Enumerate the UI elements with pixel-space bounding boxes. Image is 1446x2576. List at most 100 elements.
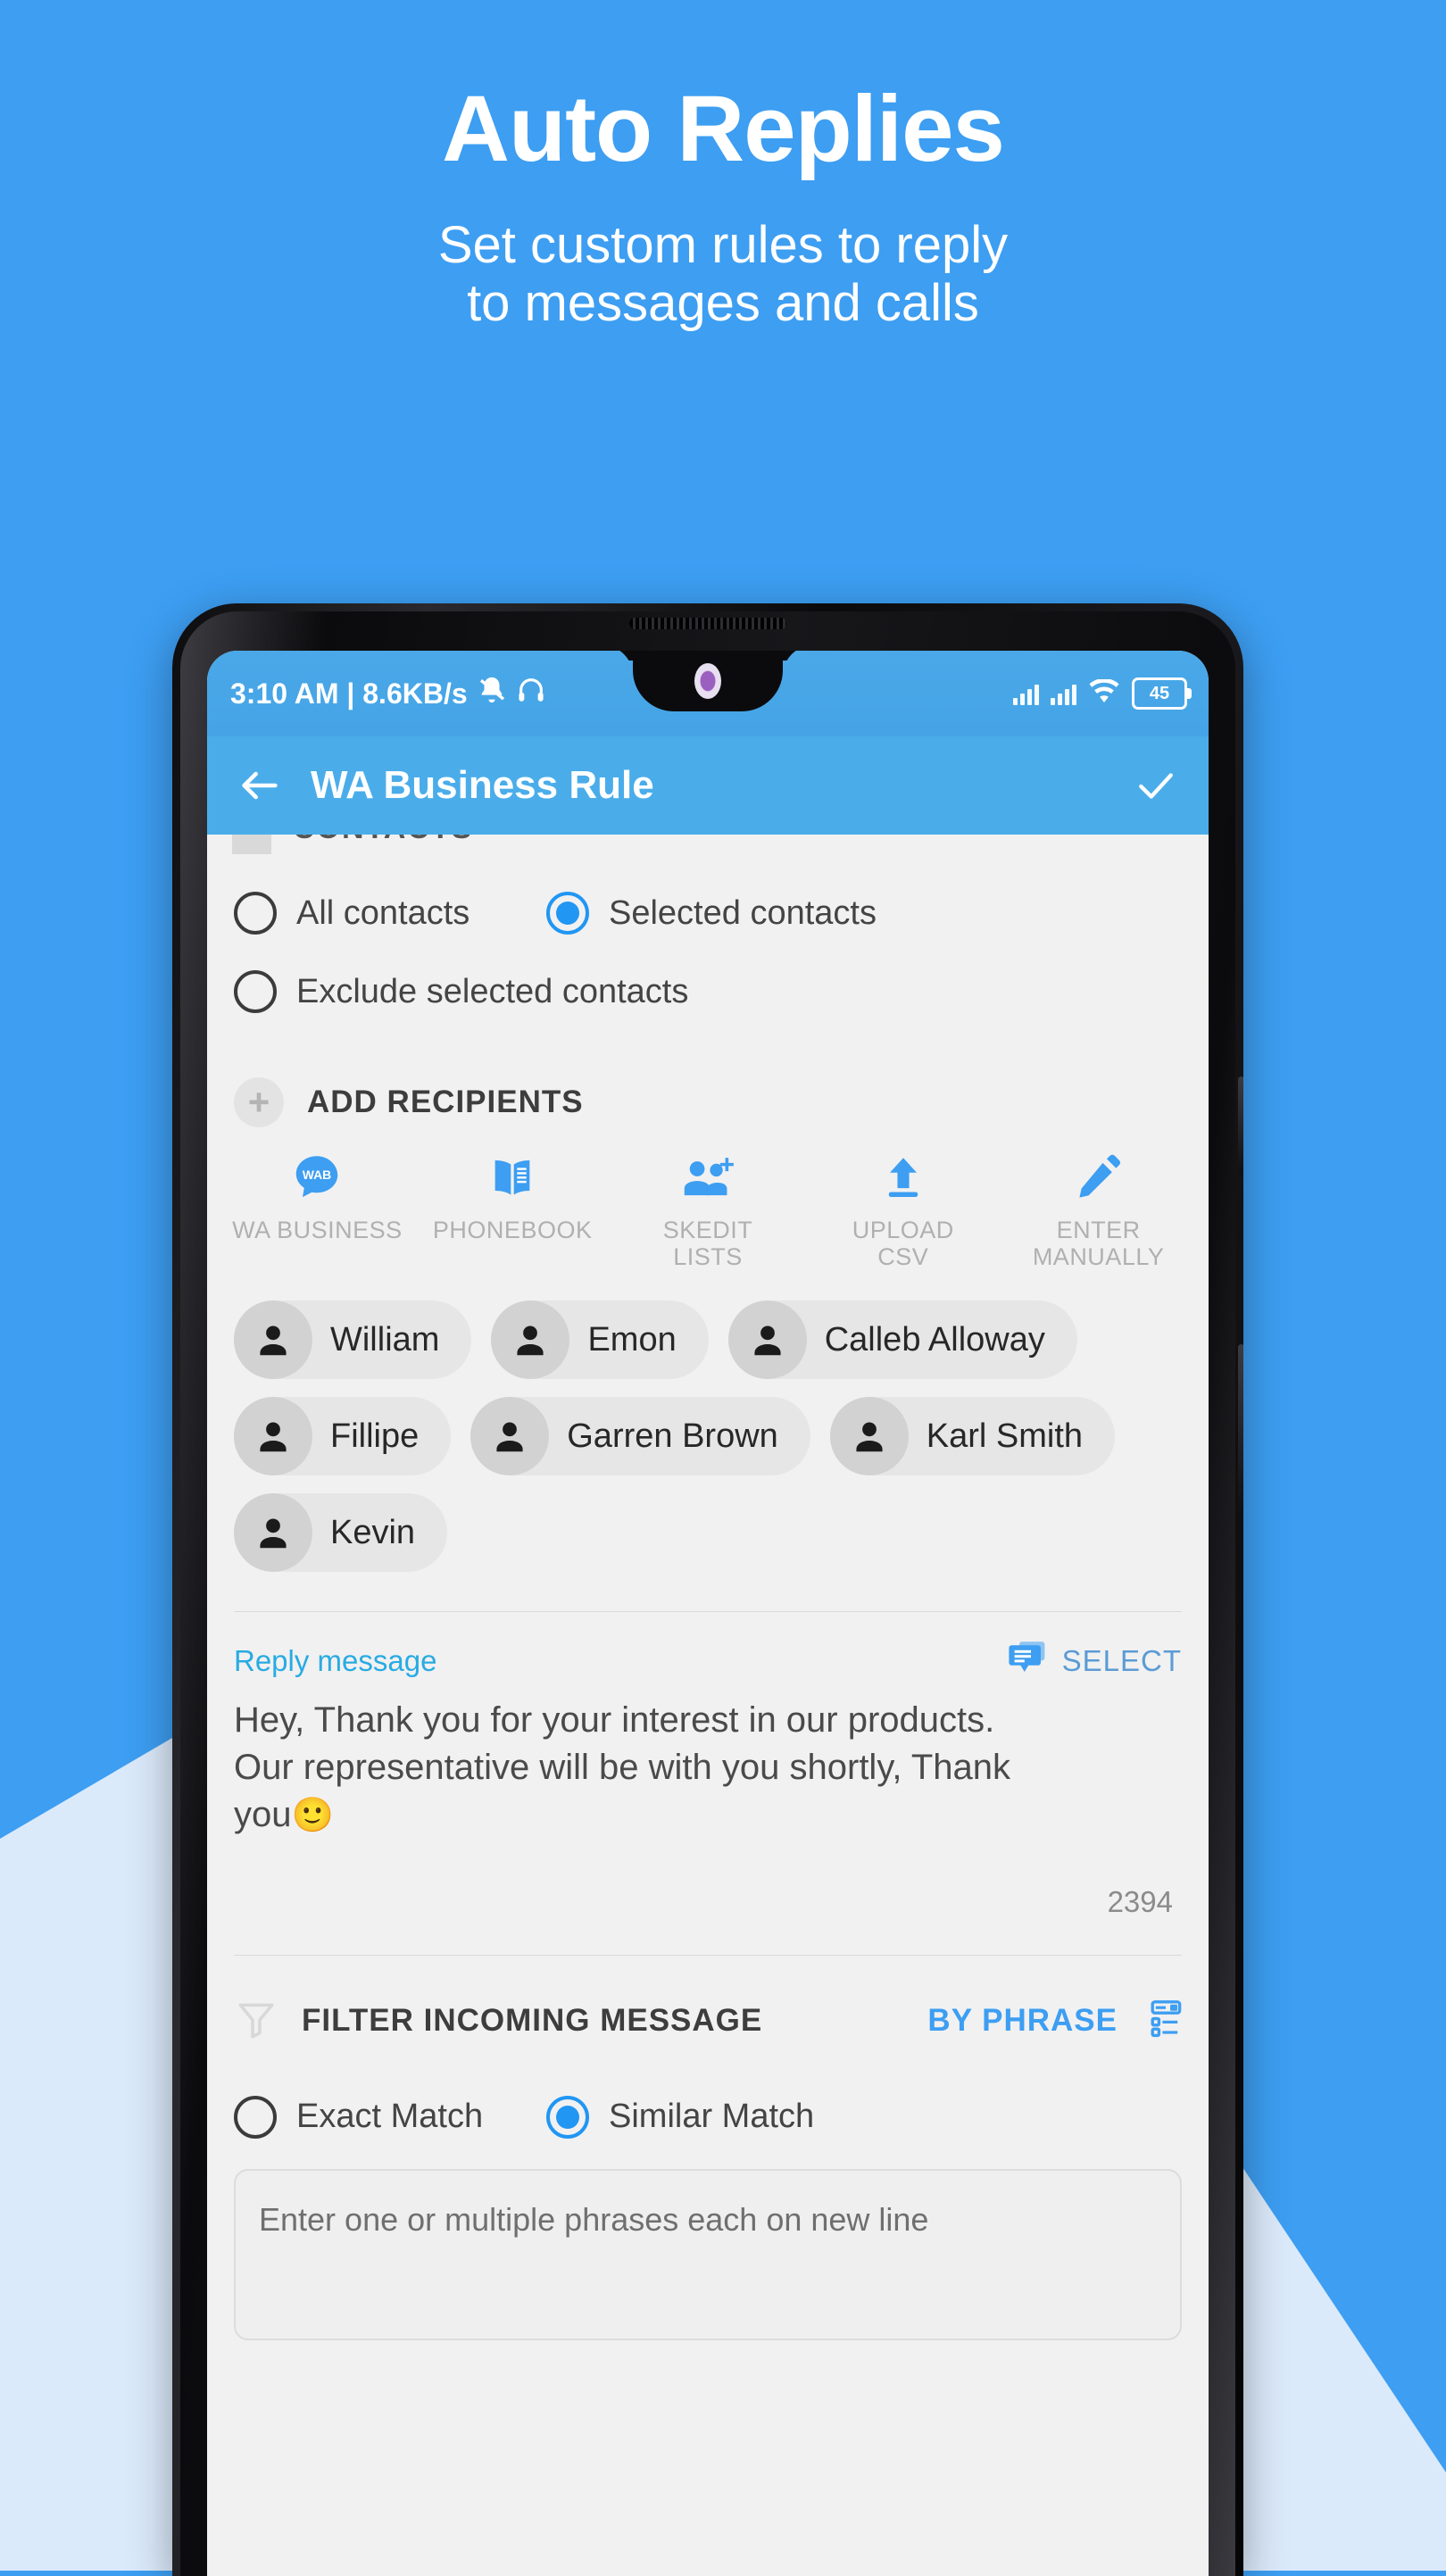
phonebook-icon xyxy=(486,1151,538,1206)
background-wedge-left xyxy=(0,1732,183,2571)
source-skedit-lists-label-line2: LISTS xyxy=(673,1243,743,1271)
recipient-chip[interactable]: Garren Brown xyxy=(470,1397,810,1476)
recipient-chip-name: Karl Smith xyxy=(926,1417,1084,1455)
volume-button xyxy=(1238,1076,1243,1175)
filter-incoming-message-header: FILTER INCOMING MESSAGE BY PHRASE xyxy=(207,1997,1209,2046)
recipient-chip-name: William xyxy=(330,1320,440,1359)
source-phonebook[interactable]: PHONEBOOK xyxy=(415,1151,611,1270)
settings-scroll-area[interactable]: CONTACTS All contacts Selected contacts … xyxy=(207,835,1209,2517)
promo-subtitle: Set custom rules to reply to messages an… xyxy=(0,176,1446,333)
source-wa-business[interactable]: WAB WA BUSINESS xyxy=(220,1151,415,1270)
promo-subtitle-line-2: to messages and calls xyxy=(467,273,979,332)
source-enter-manually-label-line1: ENTER xyxy=(1056,1217,1141,1243)
check-icon[interactable] xyxy=(1130,760,1182,811)
radio-all-contacts-label: All contacts xyxy=(296,893,470,932)
page-title: Auto Replies xyxy=(442,77,1005,181)
bell-muted-icon xyxy=(477,675,507,712)
radio-selected-contacts-indicator[interactable] xyxy=(546,892,589,935)
people-add-icon xyxy=(680,1151,735,1206)
app-bar: WA Business Rule xyxy=(207,736,1209,835)
radio-exact-match[interactable]: Exact Match xyxy=(234,2095,546,2139)
funnel-icon xyxy=(234,1997,278,2046)
headphones-icon xyxy=(516,675,546,712)
source-upload-csv-label: UPLOAD CSV xyxy=(852,1217,954,1270)
app-bar-title: WA Business Rule xyxy=(311,763,654,807)
battery-icon: 45 xyxy=(1132,677,1192,710)
upload-icon xyxy=(879,1151,927,1206)
source-skedit-lists[interactable]: SKEDIT LISTS xyxy=(611,1151,806,1270)
wa-business-bubble-icon: WAB xyxy=(289,1151,345,1206)
contacts-radio-group-row-2: Exclude selected contacts xyxy=(207,970,1209,1013)
avatar xyxy=(234,1397,312,1476)
radio-all-contacts[interactable]: All contacts xyxy=(234,892,546,935)
battery-level-label: 45 xyxy=(1149,683,1170,703)
contacts-section-header: CONTACTS xyxy=(207,835,1209,854)
promo-subtitle-line-1: Set custom rules to reply xyxy=(437,216,1009,274)
recipient-chip[interactable]: Emon xyxy=(491,1300,709,1380)
avatar xyxy=(470,1397,550,1476)
radio-selected-contacts-label: Selected contacts xyxy=(609,893,877,932)
source-phonebook-label: PHONEBOOK xyxy=(433,1217,593,1243)
recipient-chip[interactable]: William xyxy=(234,1300,472,1380)
front-camera-icon xyxy=(694,663,721,699)
source-wa-business-label: WA BUSINESS xyxy=(232,1217,403,1243)
select-template-button[interactable]: SELECT xyxy=(1007,1637,1182,1684)
radio-selected-contacts[interactable]: Selected contacts xyxy=(546,892,877,935)
recipient-chip[interactable]: Kevin xyxy=(234,1493,448,1573)
character-count: 2394 xyxy=(1107,1884,1173,1918)
source-skedit-lists-label-line1: SKEDIT xyxy=(662,1217,753,1243)
phrase-input-placeholder: Enter one or multiple phrases each on ne… xyxy=(259,2200,929,2238)
recipient-chip[interactable]: Calleb Alloway xyxy=(727,1300,1077,1380)
status-bar: 3:10 AM | 8.6KB/s 45 xyxy=(207,651,1209,736)
radio-all-contacts-indicator[interactable] xyxy=(234,892,277,935)
list-settings-icon xyxy=(1135,1998,1182,2045)
avatar xyxy=(234,1493,312,1573)
promo-block: Auto Replies Set custom rules to reply t… xyxy=(0,0,1446,333)
recipient-chip-name: Kevin xyxy=(330,1513,416,1551)
contacts-radio-group-row-1: All contacts Selected contacts xyxy=(207,892,1209,935)
filter-mode-button[interactable]: BY PHRASE xyxy=(927,1998,1182,2045)
avatar xyxy=(234,1300,312,1380)
pencil-icon xyxy=(1075,1151,1123,1206)
recipient-chip-name: Calleb Alloway xyxy=(824,1320,1045,1359)
source-enter-manually-label-line2: MANUALLY xyxy=(1032,1243,1165,1271)
status-bar-left: 3:10 AM | 8.6KB/s xyxy=(230,675,546,712)
status-bar-right: 45 xyxy=(1013,677,1192,710)
smiley-emoji: 🙂 xyxy=(291,1797,334,1835)
source-skedit-lists-label: SKEDIT LISTS xyxy=(663,1217,753,1270)
radio-similar-match[interactable]: Similar Match xyxy=(546,2095,814,2139)
power-button xyxy=(1238,1344,1243,1514)
source-wa-business-label-line1: WA BUSINESS xyxy=(232,1217,403,1243)
wifi-icon xyxy=(1088,677,1120,709)
recipient-chip[interactable]: Fillipe xyxy=(234,1397,452,1476)
avatar xyxy=(829,1397,909,1476)
reply-message-text[interactable]: Hey, Thank you for your interest in our … xyxy=(207,1684,1209,1838)
source-upload-csv[interactable]: UPLOAD CSV xyxy=(805,1151,1001,1270)
reply-message-line-1: Hey, Thank you for your interest in our … xyxy=(234,1700,995,1741)
recipient-chip[interactable]: Karl Smith xyxy=(829,1397,1116,1476)
avatar xyxy=(727,1300,807,1380)
recipient-source-row: WAB WA BUSINESS PHONEBOOK SKEDIT LISTS U… xyxy=(207,1127,1209,1270)
signal-bars-icon-2 xyxy=(1051,682,1076,705)
match-mode-radio-group: Exact Match Similar Match xyxy=(207,2095,1209,2139)
display-notch xyxy=(633,651,783,711)
filter-mode-label: BY PHRASE xyxy=(927,2003,1118,2039)
status-time-and-speed: 3:10 AM | 8.6KB/s xyxy=(230,677,468,710)
add-recipients-header[interactable]: + ADD RECIPIENTS xyxy=(207,1077,1209,1127)
avatar xyxy=(491,1300,570,1380)
plus-icon[interactable]: + xyxy=(234,1077,284,1127)
phrase-input[interactable]: Enter one or multiple phrases each on ne… xyxy=(234,2168,1182,2340)
radio-exact-match-indicator[interactable] xyxy=(234,2095,277,2139)
radio-similar-match-indicator[interactable] xyxy=(546,2095,589,2139)
svg-text:WAB: WAB xyxy=(303,1168,332,1182)
reply-message-line-3: you xyxy=(234,1795,292,1835)
radio-exclude-selected-contacts-indicator[interactable] xyxy=(234,970,277,1013)
source-phonebook-label-line1: PHONEBOOK xyxy=(432,1217,593,1243)
arrow-back-icon[interactable] xyxy=(234,760,286,811)
radio-exclude-selected-contacts[interactable]: Exclude selected contacts xyxy=(234,970,688,1013)
source-enter-manually-label: ENTER MANUALLY xyxy=(1033,1217,1165,1270)
phone-mockup: 3:10 AM | 8.6KB/s 45 WA Business Rule Al… xyxy=(172,603,1243,2576)
reply-message-line-2: Our representative will be with you shor… xyxy=(234,1748,1011,1788)
source-enter-manually[interactable]: ENTER MANUALLY xyxy=(1001,1151,1196,1270)
select-template-label: SELECT xyxy=(1061,1643,1182,1677)
